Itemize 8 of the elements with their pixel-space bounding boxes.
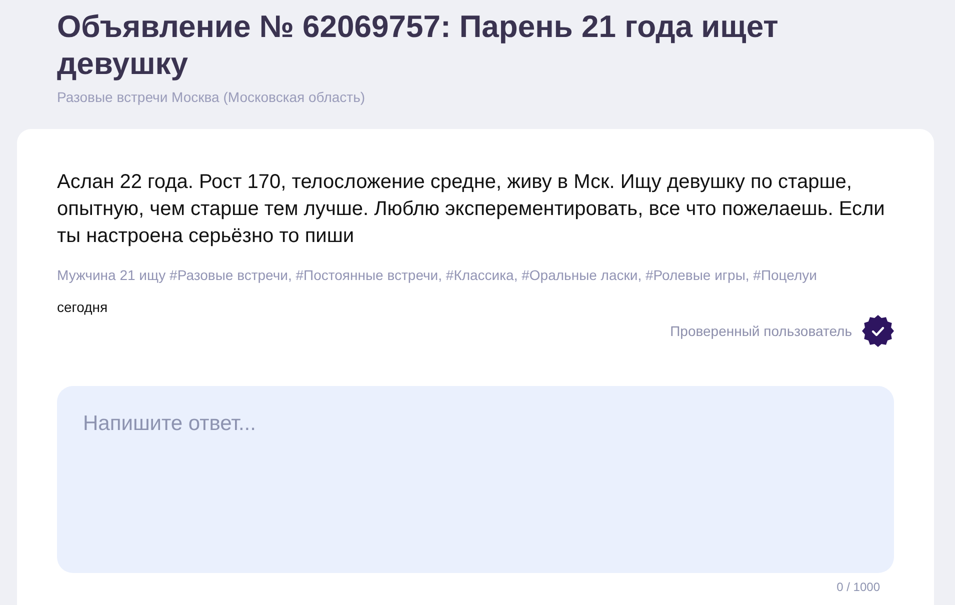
ad-date: сегодня xyxy=(57,299,109,315)
verified-label: Проверенный пользователь xyxy=(670,323,852,339)
ad-text: Аслан 22 года. Рост 170, телосложение средне, живу в Мск. Ищу девушку по старше, опытную, чем старше тем лучше. Люблю эксперементировать, все что пожелаешь. Если ты настроена серьёзно то пиши xyxy=(57,170,886,249)
category-location: Разовые встречи Москва (Московская область) xyxy=(57,89,366,105)
page-title: Объявление № 62069757: Парень 21 года ищет девушку xyxy=(57,8,780,82)
reply-field[interactable]: Напишите ответ... xyxy=(57,386,894,573)
char-counter: 0 / 1000 xyxy=(836,580,881,594)
ad-tags: Мужчина 21 ищу #Разовые встречи, #Постоянные встречи, #Классика, #Оральные ласки, #Ролевые игры, #Поцелуи xyxy=(57,267,894,283)
